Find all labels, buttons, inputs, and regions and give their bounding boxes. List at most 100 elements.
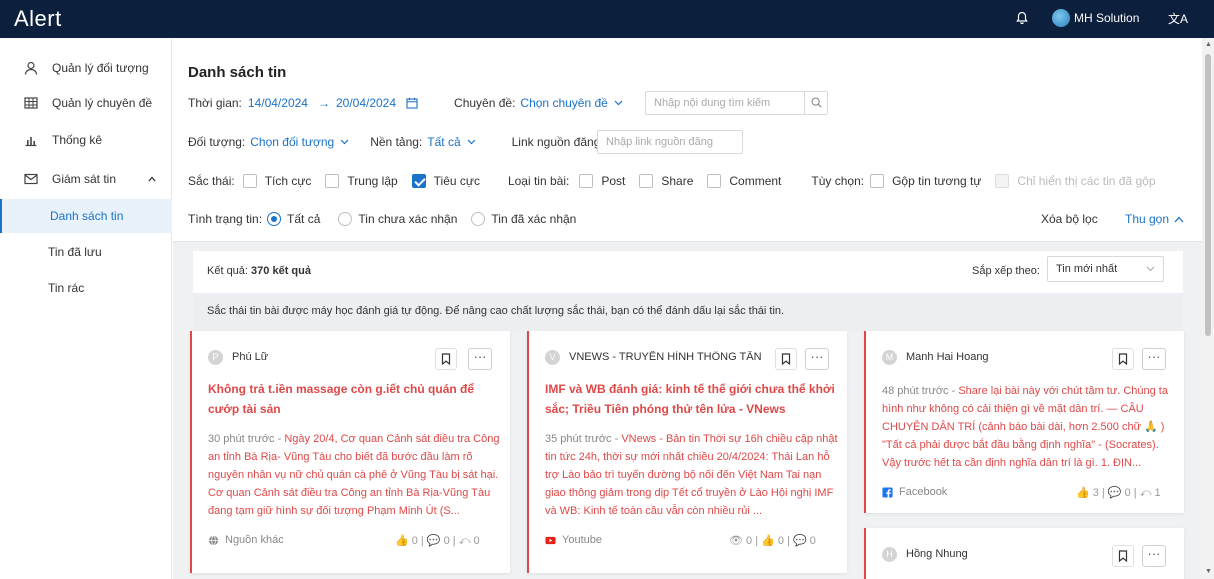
- search-button[interactable]: [804, 91, 828, 115]
- link-input[interactable]: Nhập link nguồn đăng: [597, 130, 743, 154]
- group-similar-checkbox[interactable]: [870, 174, 885, 188]
- bell-icon[interactable]: [1014, 10, 1030, 26]
- result-bar: Kết quả: 370 kết quả Sắp xếp theo: Tin m…: [193, 251, 1183, 293]
- news-time: 35 phút trước -: [545, 433, 619, 445]
- sidebar-item-label: Quản lý chuyên đề: [52, 96, 153, 110]
- sidebar-subitem-label: Tin đã lưu: [48, 245, 102, 259]
- result-prefix: Kết quả:: [207, 265, 248, 277]
- status-unconfirmed-radio[interactable]: [338, 212, 353, 226]
- sentiment-negative-label: Tiêu cực: [433, 174, 480, 188]
- sentiment-notice: Sắc thái tin bài được máy học đánh giá t…: [193, 293, 1183, 331]
- news-title[interactable]: Không trả t.iền massage còn g.iết chủ qu…: [208, 379, 500, 419]
- sentiment-negative-checkbox[interactable]: [411, 174, 426, 188]
- sort-select[interactable]: Tin mới nhất: [1047, 256, 1164, 282]
- news-source-label: Nguồn khác: [225, 534, 284, 546]
- table-icon: [24, 97, 38, 109]
- filter-row-time: Thời gian: 14/04/2024 → 20/04/2024 Chuyê…: [188, 92, 623, 114]
- news-time: 48 phút trước -: [882, 385, 956, 397]
- sidebar-subitem-news-list[interactable]: Danh sách tin: [0, 199, 172, 233]
- calendar-icon[interactable]: [406, 97, 418, 109]
- author-name[interactable]: VNEWS - TRUYỀN HÌNH THÔNG TẤN: [569, 351, 762, 363]
- news-card[interactable]: P Phú Lữ ··· Không trả t.iền massage còn…: [190, 331, 510, 573]
- app-logo[interactable]: Alert: [14, 6, 62, 32]
- date-to[interactable]: 20/04/2024: [336, 96, 396, 110]
- bookmark-button[interactable]: [1112, 545, 1134, 567]
- object-select[interactable]: Chọn đối tượng: [250, 135, 334, 149]
- sidebar-item-monitoring[interactable]: Giám sát tin: [0, 161, 172, 197]
- more-options-button[interactable]: ···: [1142, 348, 1166, 370]
- only-grouped-label: Chỉ hiển thị các tin đã gộp: [1017, 174, 1156, 188]
- collapse-button[interactable]: Thu gọn: [1125, 212, 1169, 226]
- user-name[interactable]: MH Solution: [1074, 11, 1139, 25]
- post-type-share-label: Share: [661, 174, 694, 188]
- bookmark-button[interactable]: [435, 348, 457, 370]
- scroll-down-icon[interactable]: ▼: [1205, 568, 1212, 575]
- author-name[interactable]: Hồng Nhung: [906, 548, 968, 560]
- sidebar-item-label: Giám sát tin: [52, 172, 117, 186]
- sidebar: Quản lý đối tượng Quản lý chuyên đề Thốn…: [0, 38, 172, 579]
- date-from[interactable]: 14/04/2024: [248, 96, 308, 110]
- sidebar-subitem-spam[interactable]: Tin rác: [0, 271, 172, 305]
- news-source-label: Youtube: [562, 534, 602, 546]
- author-avatar: M: [882, 350, 897, 365]
- news-snippet-text: Ngày 20/4, Cơ quan Cảnh sát điều tra Côn…: [208, 433, 500, 517]
- more-options-button[interactable]: ···: [468, 348, 492, 370]
- user-avatar[interactable]: [1052, 9, 1070, 27]
- news-snippet-text: Share lại bài này với chút tâm tư. Chúng…: [882, 385, 1168, 469]
- news-snippet: 35 phút trước - VNews - Bản tin Thời sự …: [545, 430, 839, 520]
- news-card[interactable]: M Manh Hai Hoang ··· 48 phút trước - Sha…: [864, 331, 1184, 513]
- object-label: Đối tượng:: [188, 135, 246, 149]
- time-label: Thời gian:: [188, 96, 242, 110]
- sidebar-item-objects[interactable]: Quản lý đối tượng: [0, 50, 172, 86]
- user-icon: [24, 61, 38, 75]
- news-card[interactable]: V VNEWS - TRUYỀN HÌNH THÔNG TẤN ··· IMF …: [527, 331, 847, 573]
- link-label: Link nguồn đăng:: [511, 135, 604, 149]
- sentiment-positive-checkbox[interactable]: [242, 174, 257, 188]
- sidebar-subitem-label: Danh sách tin: [50, 209, 124, 223]
- sentiment-positive-label: Tích cực: [264, 174, 312, 188]
- sentiment-label: Sắc thái:: [188, 174, 235, 188]
- post-type-comment-checkbox[interactable]: [707, 174, 722, 188]
- only-grouped-checkbox[interactable]: [995, 174, 1010, 188]
- post-type-post-checkbox[interactable]: [579, 174, 594, 188]
- page-title: Danh sách tin: [188, 64, 287, 81]
- bookmark-icon: [781, 353, 791, 365]
- translate-icon[interactable]: 文A: [1168, 10, 1188, 27]
- search-icon: [811, 97, 822, 108]
- search-input[interactable]: Nhập nội dung tìm kiếm: [645, 91, 805, 115]
- sidebar-item-stats[interactable]: Thống kê: [0, 122, 172, 158]
- sentiment-neutral-checkbox[interactable]: [325, 174, 340, 188]
- chevron-up-icon[interactable]: [1174, 216, 1184, 223]
- sentiment-neutral-label: Trung lập: [347, 174, 398, 188]
- news-snippet[interactable]: 48 phút trước - Share lại bài này với ch…: [882, 382, 1176, 472]
- result-count: Kết quả: 370 kết quả: [207, 265, 311, 277]
- more-options-button[interactable]: ···: [1142, 545, 1166, 567]
- author-name[interactable]: Manh Hai Hoang: [906, 351, 989, 363]
- globe-icon: [208, 535, 219, 545]
- status-all-radio[interactable]: [267, 212, 282, 226]
- platform-label: Nền tảng:: [370, 135, 423, 149]
- author-name[interactable]: Phú Lữ: [232, 351, 268, 363]
- news-card[interactable]: H Hồng Nhung ···: [864, 528, 1184, 579]
- main-content: Danh sách tin Thời gian: 14/04/2024 → 20…: [173, 38, 1202, 579]
- bookmark-icon: [1118, 353, 1128, 365]
- news-title[interactable]: IMF và WB đánh giá: kinh tế thế giới chư…: [545, 379, 837, 419]
- post-type-share-checkbox[interactable]: [639, 174, 654, 188]
- platform-select[interactable]: Tất cả: [427, 135, 460, 149]
- bookmark-button[interactable]: [1112, 348, 1134, 370]
- chevron-down-icon: [614, 100, 623, 106]
- bookmark-button[interactable]: [775, 348, 797, 370]
- topic-select[interactable]: Chọn chuyên đề: [520, 96, 607, 110]
- scroll-up-icon[interactable]: ▲: [1205, 41, 1212, 48]
- sort-value: Tin mới nhất: [1056, 263, 1118, 275]
- scrollbar-thumb[interactable]: [1205, 54, 1211, 336]
- news-stats: 👍 0 | 💬 0 | ⤺ 0: [395, 535, 480, 547]
- option-label: Tùy chọn:: [811, 174, 865, 188]
- more-options-button[interactable]: ···: [805, 348, 829, 370]
- clear-filter-button[interactable]: Xóa bộ lọc: [1041, 212, 1098, 226]
- status-confirmed-radio[interactable]: [471, 212, 486, 226]
- page-scrollbar[interactable]: ▲ ▼: [1202, 38, 1214, 579]
- filter-row-sentiment: Sắc thái: Tích cực Trung lập Tiêu cực Lo…: [188, 170, 1156, 192]
- sidebar-subitem-saved[interactable]: Tin đã lưu: [0, 235, 172, 269]
- sidebar-item-topics[interactable]: Quản lý chuyên đề: [0, 85, 172, 121]
